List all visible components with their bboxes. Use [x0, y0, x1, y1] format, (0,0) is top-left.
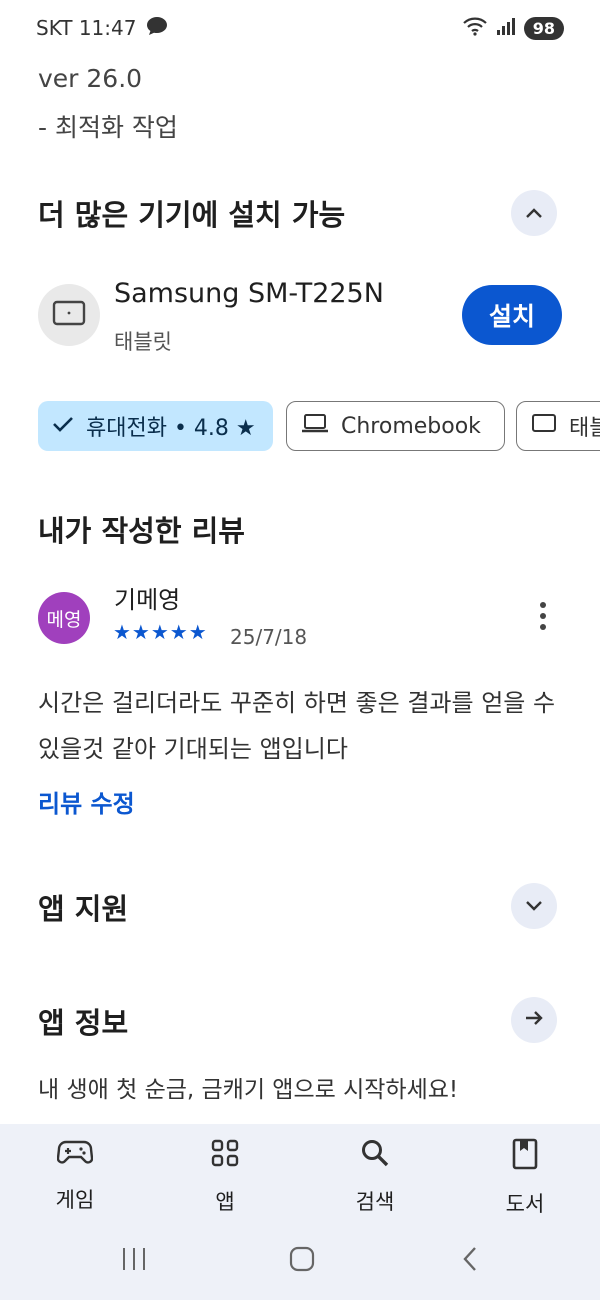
install-button[interactable]: 설치: [462, 285, 562, 345]
chat-notification-icon: [146, 16, 168, 41]
gamepad-icon: [56, 1138, 94, 1170]
chevron-up-icon: [525, 204, 543, 223]
nav-books[interactable]: 도서: [470, 1138, 580, 1218]
avatar: 메영: [38, 592, 90, 644]
chip-phone[interactable]: 휴대전화 • 4.8 ★: [38, 401, 273, 451]
nav-games-label: 게임: [55, 1188, 95, 1212]
review-date: 25/7/18: [230, 625, 308, 649]
device-name: Samsung SM-T225N: [114, 278, 384, 309]
book-icon: [511, 1138, 539, 1174]
system-nav: [0, 1234, 600, 1284]
bottom-nav: 게임 앱 검색 도서: [0, 1124, 600, 1300]
status-bar: SKT 11:47 98: [0, 0, 600, 56]
star-rating: ★★★★★: [113, 620, 208, 644]
tablet-small-icon: [531, 413, 557, 439]
chip-tablet-label: 태블릿: [569, 416, 600, 441]
home-icon[interactable]: [288, 1246, 316, 1276]
status-left: SKT 11:47: [36, 16, 168, 41]
signal-icon: [496, 16, 516, 40]
my-review-title: 내가 작성한 리뷰: [38, 514, 245, 548]
chip-chromebook[interactable]: Chromebook: [286, 401, 505, 451]
nav-search-label: 검색: [355, 1190, 395, 1214]
back-icon[interactable]: [458, 1246, 482, 1276]
chevron-down-icon: [525, 897, 543, 916]
search-icon: [360, 1138, 390, 1172]
nav-search[interactable]: 검색: [320, 1138, 430, 1216]
version-text: ver 26.0: [38, 64, 143, 93]
nav-apps-label: 앱: [215, 1190, 235, 1214]
tablet-icon: [52, 300, 86, 330]
device-avatar: [38, 284, 100, 346]
wifi-icon: [462, 16, 488, 41]
arrow-right-icon: [524, 1009, 544, 1031]
battery-indicator: 98: [523, 16, 564, 40]
app-info-button[interactable]: [511, 997, 557, 1043]
check-icon: [52, 414, 74, 439]
app-support-title: 앱 지원: [38, 892, 129, 926]
app-info-description: 내 생애 첫 순금, 금캐기 앱으로 시작하세요!: [38, 1077, 459, 1103]
collapse-button[interactable]: [511, 190, 557, 236]
chip-phone-label: 휴대전화 • 4.8 ★: [86, 416, 256, 441]
recent-apps-icon[interactable]: [120, 1246, 148, 1276]
status-right: 98: [462, 16, 564, 41]
more-options-icon[interactable]: [528, 596, 558, 636]
nav-books-label: 도서: [505, 1192, 545, 1216]
reviewer-name: 기메영: [114, 586, 181, 614]
apps-grid-icon: [210, 1138, 240, 1172]
expand-support-button[interactable]: [511, 883, 557, 929]
app-info-title: 앱 정보: [38, 1006, 129, 1040]
release-note: - 최적화 작업: [38, 113, 178, 142]
device-type: 태블릿: [114, 330, 172, 354]
review-text: 시간은 걸리더라도 꾸준히 하면 좋은 결과를 얻을 수 있을것 같아 기대되는…: [38, 689, 556, 763]
chip-chromebook-label: Chromebook: [341, 413, 481, 439]
edit-review-link[interactable]: 리뷰 수정: [38, 784, 135, 819]
chip-tablet[interactable]: 태블릿: [516, 401, 600, 451]
nav-games[interactable]: 게임: [20, 1138, 130, 1214]
details-content[interactable]: ver 26.0 - 최적화 작업 더 많은 기기에 설치 가능 Samsung…: [0, 56, 600, 1124]
more-devices-title: 더 많은 기기에 설치 가능: [38, 198, 346, 232]
nav-apps[interactable]: 앱: [170, 1138, 280, 1216]
laptop-icon: [301, 412, 329, 440]
carrier-time: SKT 11:47: [36, 16, 137, 40]
